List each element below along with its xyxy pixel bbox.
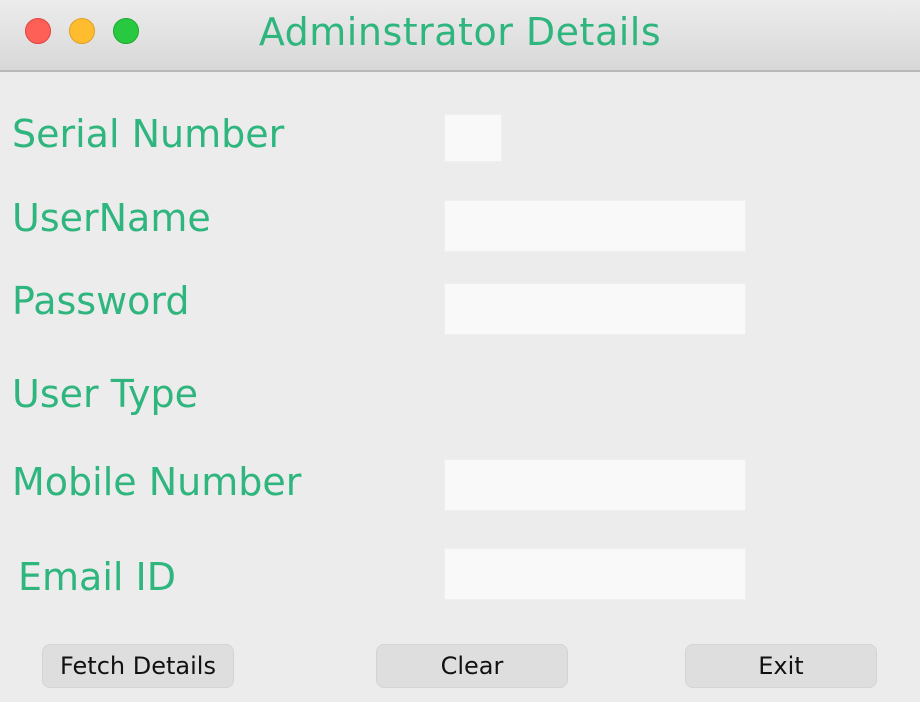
exit-button[interactable]: Exit xyxy=(685,644,877,688)
serial-number-label: Serial Number xyxy=(12,112,285,156)
mobile-number-label: Mobile Number xyxy=(12,460,302,504)
mobile-number-field[interactable] xyxy=(444,459,746,511)
password-label: Password xyxy=(12,279,190,323)
title-bar: Adminstrator Details xyxy=(0,0,920,72)
password-field[interactable] xyxy=(444,283,746,335)
user-type-label: User Type xyxy=(12,372,198,416)
email-id-label: Email ID xyxy=(18,555,176,599)
fetch-details-button[interactable]: Fetch Details xyxy=(42,644,234,688)
serial-number-field[interactable] xyxy=(444,114,502,162)
window-title: Adminstrator Details xyxy=(258,10,662,54)
clear-button[interactable]: Clear xyxy=(376,644,568,688)
username-field[interactable] xyxy=(444,200,746,252)
email-id-field[interactable] xyxy=(444,548,746,600)
username-label: UserName xyxy=(12,196,211,240)
administrator-details-window: Adminstrator Details Serial Number UserN… xyxy=(0,0,920,702)
